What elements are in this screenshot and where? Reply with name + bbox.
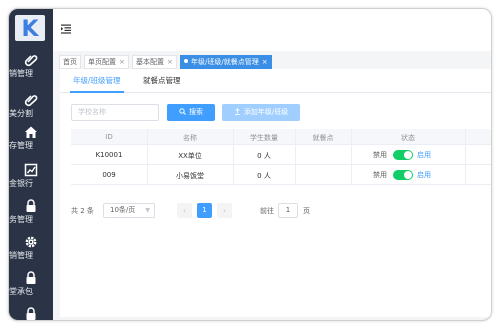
active-tab-indicator	[70, 91, 124, 93]
column-divider	[233, 129, 234, 185]
cell-name: XX单位	[178, 152, 202, 160]
tab-grade-class-management[interactable]: 年级/班级管理	[73, 75, 121, 86]
next-page-button[interactable]: ›	[217, 203, 232, 218]
column-header-dining: 就餐点	[312, 134, 334, 142]
active-dot-icon	[184, 59, 188, 63]
tab-basic-config[interactable]: 基本配置 ×	[132, 55, 177, 69]
page-number-button[interactable]: 1	[197, 203, 212, 218]
goto-label: 前往	[260, 207, 274, 215]
switch-knob	[404, 171, 412, 179]
tab-label: 年级/班级/就餐点管理	[191, 58, 259, 66]
tab-label: 单页配置	[88, 58, 116, 66]
cell-id: K10001	[95, 151, 123, 159]
logo-letter: K	[21, 17, 39, 42]
sidebar-item-label: 食堂承包	[8, 287, 33, 296]
gear-icon	[25, 236, 37, 248]
tab-label: 基本配置	[136, 58, 164, 66]
goto-page-input[interactable]: 1	[278, 203, 298, 218]
lock-icon	[26, 271, 36, 284]
status-toggle-group: 禁用 启用	[373, 170, 445, 180]
menu-toggle-icon[interactable]	[61, 24, 71, 34]
close-icon[interactable]: ×	[167, 58, 173, 66]
tab-dining-point-management[interactable]: 就餐点管理	[143, 75, 181, 86]
column-header-id: ID	[105, 133, 113, 141]
sidebar-item-label: 库存管理	[8, 141, 33, 150]
chart-icon	[24, 163, 38, 177]
sidebar-item-label: 财务管理	[8, 215, 33, 224]
cell-id: 009	[102, 171, 116, 179]
add-grade-class-button[interactable]: 添加年级/班级	[222, 104, 300, 121]
search-icon	[179, 108, 186, 115]
status-switch[interactable]	[393, 170, 413, 180]
column-divider	[295, 129, 296, 185]
status-enabled-label: 启用	[417, 171, 431, 179]
add-button-label: 添加年级/班级	[243, 108, 289, 116]
page-size-value: 10条/页	[110, 206, 136, 214]
status-switch[interactable]	[393, 150, 413, 160]
home-icon	[25, 126, 37, 138]
status-disabled-label: 禁用	[373, 151, 387, 159]
table-row: K10001 XX单位 0 人 禁用 启用	[71, 145, 491, 165]
chevron-down-icon: ▼	[145, 207, 150, 214]
chevron-right-icon: ›	[222, 206, 227, 215]
status-disabled-label: 禁用	[373, 171, 387, 179]
sidebar: K 购销管理 均美分割 库存管理 现金银行 财务管理 营销管理 食堂承包	[9, 9, 53, 320]
logo: K	[15, 15, 45, 42]
content-tabs: 年级/班级管理 就餐点管理	[60, 69, 491, 93]
column-divider	[147, 129, 148, 185]
pagination: 共 2 条 10条/页 ▼ ‹ 1 › 前往 1 页	[71, 203, 331, 219]
search-button[interactable]: 搜索	[167, 104, 215, 121]
paperclip-icon	[24, 55, 38, 67]
page-size-select[interactable]: 10条/页 ▼	[103, 203, 155, 218]
school-name-search-input[interactable]: 学校名称	[71, 104, 159, 121]
sidebar-item-purchase-sales[interactable]: 购销管理	[9, 49, 53, 91]
sidebar-item-label: 购销管理	[8, 69, 33, 78]
top-header	[53, 9, 491, 51]
paperclip-icon	[24, 95, 38, 107]
lock-icon	[26, 199, 36, 212]
cell-students: 0 人	[257, 152, 271, 160]
sidebar-item-label: 现金银行	[8, 179, 33, 188]
table-row: 009 小易饭堂 0 人 禁用 启用	[71, 165, 491, 185]
status-toggle-group: 禁用 启用	[373, 150, 445, 160]
sidebar-item-label: 营销管理	[8, 251, 33, 260]
page-tabs-bar: 首页 单页配置 × 基本配置 × 年级/班级/就餐点管理 ×	[53, 51, 491, 71]
column-header-status: 状态	[401, 134, 415, 142]
sidebar-item-more[interactable]	[9, 303, 53, 320]
column-header-students: 学生数量	[250, 134, 278, 142]
main-content: 年级/班级管理 就餐点管理 学校名称 搜索 添加年级/班级 ID 名称 学生数量…	[60, 69, 491, 317]
chevron-left-icon: ‹	[182, 206, 187, 215]
table-header: ID 名称 学生数量 就餐点 状态	[71, 129, 491, 145]
tab-home[interactable]: 首页	[59, 55, 81, 69]
sidebar-item-label: 均美分割	[8, 109, 33, 118]
cell-name: 小易饭堂	[176, 172, 204, 180]
tab-grade-class-dining[interactable]: 年级/班级/就餐点管理 ×	[180, 55, 272, 69]
sidebar-item-inventory[interactable]: 库存管理	[9, 121, 53, 163]
upload-icon	[234, 108, 240, 115]
prev-page-button[interactable]: ‹	[177, 203, 192, 218]
column-divider	[351, 129, 352, 185]
lock-icon	[26, 307, 36, 320]
app-window: K 购销管理 均美分割 库存管理 现金银行 财务管理 营销管理 食堂承包	[8, 8, 492, 321]
tab-single-page-config[interactable]: 单页配置 ×	[84, 55, 129, 69]
search-button-label: 搜索	[189, 108, 203, 116]
switch-knob	[404, 151, 412, 159]
column-header-name: 名称	[183, 134, 197, 142]
cell-students: 0 人	[257, 172, 271, 180]
status-enabled-label: 启用	[417, 151, 431, 159]
tab-label: 首页	[63, 58, 77, 66]
close-icon[interactable]: ×	[262, 58, 268, 66]
column-divider	[465, 129, 466, 185]
goto-page-unit: 页	[303, 207, 310, 215]
close-icon[interactable]: ×	[119, 58, 125, 66]
pagination-total: 共 2 条	[71, 207, 94, 215]
